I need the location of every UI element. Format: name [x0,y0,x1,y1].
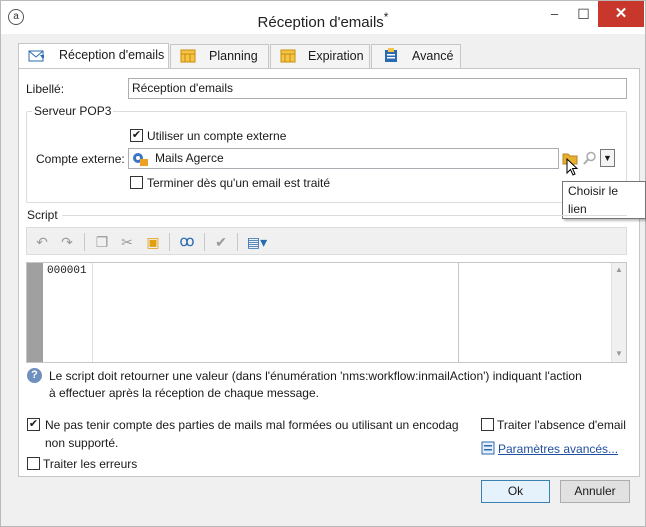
advanced-settings-link[interactable]: Paramètres avancés... [498,441,618,457]
tooltip: Choisir le lien [562,181,646,219]
account-label: Compte externe: [36,152,125,166]
help-icon: ? [27,368,42,383]
use-external-label: Utiliser un compte externe [147,129,287,143]
stop-label: Terminer dès qu'un email est traité [147,176,331,190]
redo-icon[interactable]: ↷ [58,234,76,250]
calendar-icon [180,49,196,63]
editor-divider [458,263,459,362]
handle-absence-label: Traiter l'absence d'email [497,418,626,432]
handle-errors-label: Traiter les erreurs [43,457,138,471]
cut-icon[interactable]: ✂ [118,234,136,250]
libelle-label: Libellé: [26,82,65,96]
script-help-text-2: à effectuer après la réception de chaque… [49,386,319,400]
insert-field-icon[interactable]: ▤▾ [244,234,270,250]
libelle-input[interactable]: Réception d'emails [128,78,627,99]
paste-icon[interactable]: ▣ [144,234,162,250]
maximize-button[interactable]: ☐ [569,1,598,27]
ignore-malformed-label-2: non supporté. [45,436,119,450]
use-external-checkbox[interactable]: ✔ [130,129,143,142]
toolbar-separator [204,233,205,251]
cancel-button[interactable]: Annuler [560,480,630,503]
tab-avance[interactable]: Avancé [371,44,461,68]
script-separator [62,215,627,216]
envelope-icon [28,50,44,62]
editor-gutter [27,263,43,362]
copy-icon[interactable]: ❐ [93,234,111,250]
ok-button[interactable]: Ok [481,480,550,503]
pop3-group-title: Serveur POP3 [32,104,114,118]
line-number: 000001 [47,265,87,277]
toolbar-separator [169,233,170,251]
binoculars-icon[interactable]: ꝏ [178,234,196,250]
settings-icon [481,441,495,455]
script-toolbar: ↶ ↷ ❐ ✂ ▣ ꝏ ✔ ▤▾ [26,227,627,255]
script-title: Script [27,208,58,222]
tab-reception-emails[interactable]: Réception d'emails [18,43,169,69]
ignore-malformed-label-1: Ne pas tenir compte des parties de mails… [45,418,459,432]
minimize-button[interactable]: – [540,1,569,27]
dropdown-chevron-icon[interactable]: ▼ [600,149,615,167]
script-help-text-1: Le script doit retourner une valeur (dan… [49,369,582,383]
undo-icon[interactable]: ↶ [33,234,51,250]
ignore-malformed-checkbox[interactable]: ✔ [27,418,40,431]
tab-label: Expiration [308,49,364,63]
handle-absence-checkbox[interactable] [481,418,494,431]
toolbar-separator [237,233,238,251]
tab-planning[interactable]: Planning [170,44,269,68]
tab-label: Réception d'emails [59,48,165,62]
editor-scrollbar[interactable]: ▲ ▼ [611,263,626,362]
scroll-down-icon[interactable]: ▼ [615,349,623,358]
tab-label: Planning [209,49,258,63]
script-editor[interactable]: 000001 ▲ ▼ [26,262,627,363]
external-account-icon [133,153,148,166]
scroll-up-icon[interactable]: ▲ [615,265,623,274]
check-syntax-icon[interactable]: ✔ [212,234,230,250]
stop-checkbox[interactable] [130,176,143,189]
tab-label: Avancé [412,49,454,63]
tab-expiration[interactable]: Expiration [270,44,370,68]
close-button[interactable]: ✕ [598,1,644,27]
toolbar-separator [84,233,85,251]
magnifier-icon[interactable] [583,151,597,165]
clipboard-icon [385,48,397,62]
handle-errors-checkbox[interactable] [27,457,40,470]
calendar-icon [280,49,296,63]
account-value: Mails Agerce [155,151,224,165]
cursor-icon [566,158,579,176]
account-input[interactable]: Mails Agerce [128,148,559,169]
